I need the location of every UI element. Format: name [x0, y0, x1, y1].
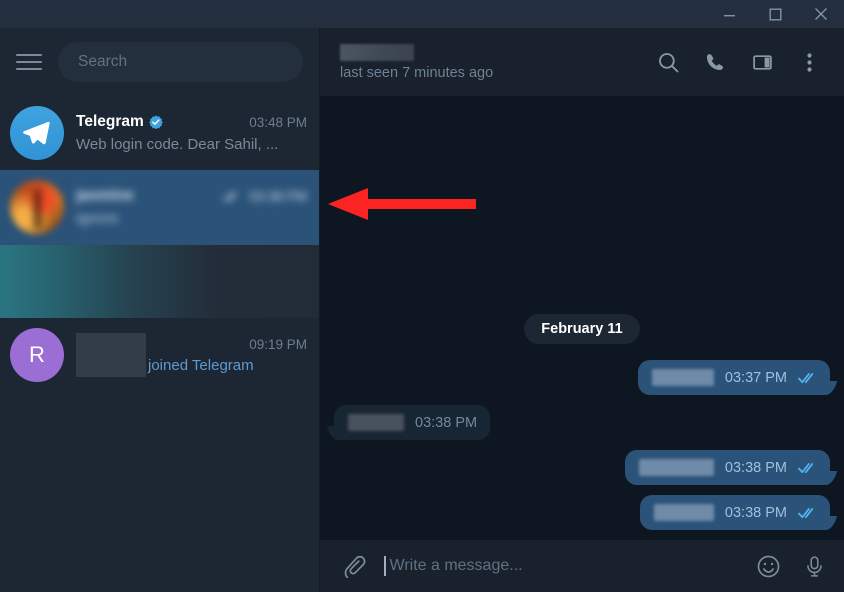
split-panel-icon[interactable]	[741, 41, 783, 83]
close-button[interactable]	[798, 0, 844, 28]
title-bar	[0, 0, 844, 28]
date-separator: February 11	[334, 314, 830, 344]
chat-row-topline: jasmine 03:38 PM	[76, 187, 307, 205]
redacted-message-text	[348, 414, 404, 431]
redacted-message-text	[653, 504, 714, 521]
message-bubble-outgoing[interactable]: 03:38 PM	[624, 450, 830, 485]
chat-name: Telegram	[76, 113, 144, 130]
message-time: 03:38 PM	[724, 459, 787, 476]
avatar-initial: R	[29, 342, 45, 367]
phone-icon[interactable]	[694, 41, 736, 83]
contact-photo-avatar	[10, 180, 64, 234]
chat-row-content: jasmine 03:38 PM Ignore	[76, 187, 307, 227]
chat-row-topline: 09:19 PM	[76, 333, 307, 377]
maximize-button[interactable]	[752, 0, 798, 28]
date-pill: February 11	[524, 314, 640, 344]
chat-name: jasmine	[76, 187, 134, 204]
double-check-icon	[223, 191, 240, 202]
message-time: 03:38 PM	[724, 504, 787, 521]
message-bubble-outgoing[interactable]: 03:37 PM	[637, 360, 830, 395]
redacted-message-text	[651, 369, 714, 386]
message-row: 03:38 PM	[334, 495, 830, 530]
chat-time: 03:48 PM	[249, 114, 307, 130]
telegram-desktop-window: Search Telegram 03:48 PM Web login code.…	[0, 0, 844, 592]
chat-list: Telegram 03:48 PM Web login code. Dear S…	[0, 96, 319, 592]
letter-avatar: R	[10, 328, 64, 382]
chat-row-jasmine[interactable]: jasmine 03:38 PM Ignore	[0, 170, 319, 244]
attach-paperclip-icon[interactable]	[338, 550, 370, 582]
double-check-icon	[798, 372, 817, 384]
search-icon[interactable]	[647, 41, 689, 83]
chat-time: 03:38 PM	[249, 188, 307, 204]
double-check-icon	[798, 462, 817, 474]
message-bubble-incoming[interactable]: 03:38 PM	[334, 405, 491, 440]
hamburger-menu-icon[interactable]	[14, 47, 44, 77]
message-composer: Write a message...	[320, 540, 844, 592]
search-input[interactable]: Search	[58, 42, 303, 82]
minimize-button[interactable]	[706, 0, 752, 28]
verified-badge-icon	[148, 115, 163, 129]
telegram-logo-avatar	[10, 106, 64, 160]
chat-panel: last seen 7 minutes ago February 11 03:3…	[320, 28, 844, 592]
chat-header-actions	[647, 41, 830, 83]
main-split: Search Telegram 03:48 PM Web login code.…	[0, 28, 844, 592]
chat-time: 09:19 PM	[249, 336, 307, 352]
message-placeholder: Write a message...	[389, 557, 523, 574]
message-time: 03:37 PM	[724, 369, 787, 386]
more-menu-icon[interactable]	[788, 41, 830, 83]
chat-row-content: 09:19 PM joined Telegram	[76, 333, 307, 377]
message-list: February 11 03:37 PM 03:38 PM 03:38 PM 0…	[320, 96, 844, 540]
contact-status: last seen 7 minutes ago	[340, 64, 494, 81]
chat-row-telegram[interactable]: Telegram 03:48 PM Web login code. Dear S…	[0, 96, 319, 170]
search-placeholder: Search	[78, 53, 128, 70]
chat-row-joined[interactable]: R 09:19 PM joined Telegram	[0, 318, 319, 392]
chat-time-with-ticks: 03:38 PM	[215, 189, 307, 204]
chat-preview: Web login code. Dear Sahil, ...	[76, 136, 279, 153]
emoji-smiley-icon[interactable]	[752, 550, 784, 582]
message-input[interactable]: Write a message...	[384, 556, 738, 576]
redacted-contact-name	[340, 43, 414, 61]
chat-preview: Ignore	[76, 210, 119, 227]
chat-header: last seen 7 minutes ago	[320, 28, 844, 96]
message-time: 03:38 PM	[415, 414, 478, 431]
message-bubble-outgoing[interactable]: 03:38 PM	[639, 495, 830, 530]
double-check-icon	[798, 507, 817, 519]
message-row: 03:37 PM	[334, 360, 830, 395]
sidebar-header: Search	[0, 28, 319, 96]
redacted-name-block	[76, 333, 146, 377]
sidebar: Search Telegram 03:48 PM Web login code.…	[0, 28, 320, 592]
message-row: 03:38 PM	[334, 405, 830, 440]
text-caret	[384, 556, 386, 576]
chat-row-obscured[interactable]	[0, 244, 319, 318]
chat-row-content: Telegram 03:48 PM Web login code. Dear S…	[76, 113, 307, 153]
chat-header-info[interactable]: last seen 7 minutes ago	[340, 43, 494, 81]
chat-row-topline: Telegram 03:48 PM	[76, 113, 307, 131]
redacted-message-text	[638, 459, 714, 476]
chat-preview-text: joined Telegram	[148, 356, 254, 374]
message-row: 03:38 PM	[334, 450, 830, 485]
microphone-icon[interactable]	[798, 550, 830, 582]
